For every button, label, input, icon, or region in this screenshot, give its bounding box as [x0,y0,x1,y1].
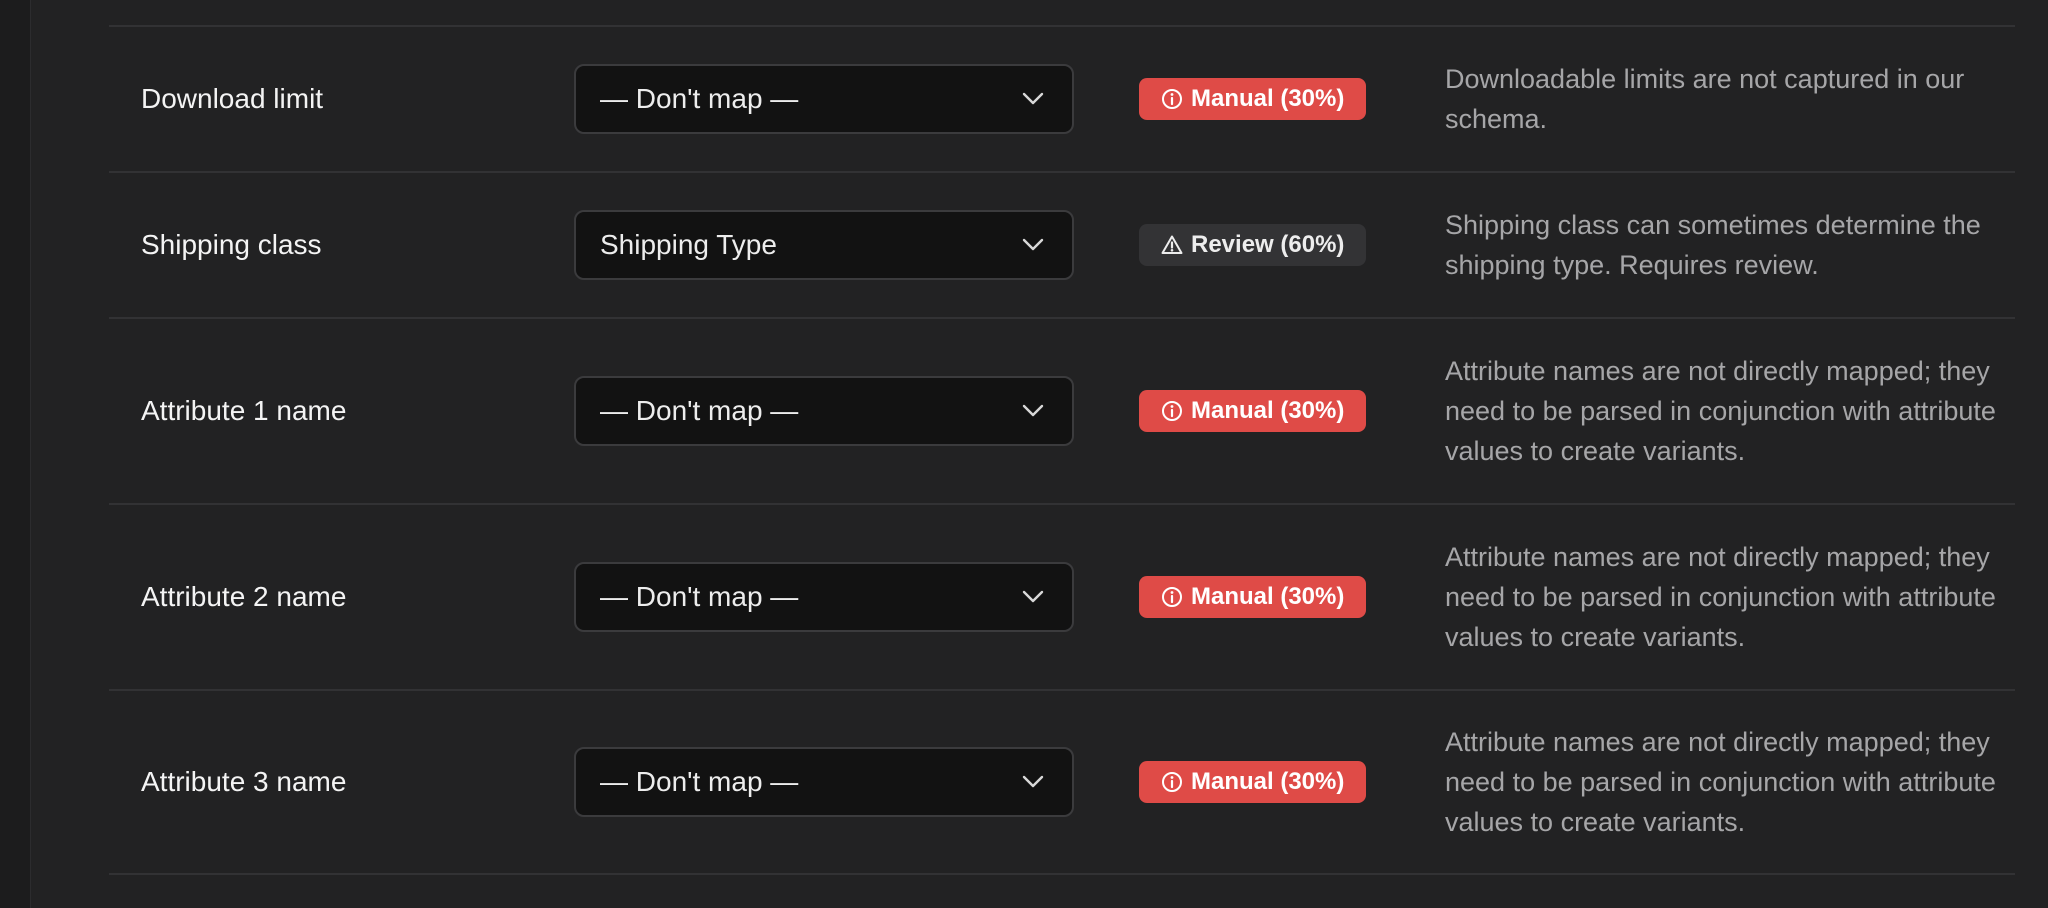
chevron-down-icon [1022,404,1044,417]
status-badge-label: Manual (30%) [1191,583,1345,610]
mapping-select[interactable]: Shipping Type [574,210,1074,280]
info-icon [1162,772,1182,792]
status-badge-label: Review (60%) [1191,231,1345,258]
table-row: Shipping class Shipping Type Review (60%… [109,171,2015,317]
chevron-down-icon [1022,238,1044,251]
mapping-note: Attribute names are not directly mapped;… [1445,727,1996,837]
table-row: Attribute 2 name — Don't map — Manual (3… [109,503,2015,689]
mapping-note: Downloadable limits are not captured in … [1445,64,1965,134]
mapping-note: Shipping class can sometimes determine t… [1445,210,1981,280]
mapping-select[interactable]: — Don't map — [574,376,1074,446]
mapping-panel: Download limit — Don't map — Manual (30%… [30,0,2048,908]
status-badge: Review (60%) [1139,224,1367,266]
warning-icon [1161,235,1183,254]
field-name: Attribute 1 name [141,395,347,426]
info-icon [1162,587,1182,607]
status-badge-label: Manual (30%) [1191,768,1345,795]
field-name: Shipping class [141,229,322,260]
status-badge: Manual (30%) [1139,576,1367,618]
mapping-select-value: — Don't map — [600,395,799,426]
mapping-select-value: Shipping Type [600,229,777,260]
table-row: Download limit — Don't map — Manual (30%… [109,25,2015,171]
mapping-select[interactable]: — Don't map — [574,64,1074,134]
mapping-select[interactable]: — Don't map — [574,747,1074,817]
status-badge-label: Manual (30%) [1191,85,1345,112]
mapping-note: Attribute names are not directly mapped;… [1445,542,1996,652]
status-badge: Manual (30%) [1139,390,1367,432]
mapping-select-value: — Don't map — [600,581,799,612]
field-name: Attribute 2 name [141,581,347,612]
field-name: Download limit [141,83,324,114]
mapping-select[interactable]: — Don't map — [574,562,1074,632]
chevron-down-icon [1022,590,1044,603]
mapping-select-value: — Don't map — [600,83,799,114]
status-badge: Manual (30%) [1139,78,1367,120]
status-badge: Manual (30%) [1139,761,1367,803]
mapping-note: Attribute names are not directly mapped;… [1445,356,1996,466]
chevron-down-icon [1022,92,1044,105]
info-icon [1162,401,1182,421]
table-row: Attribute 3 name — Don't map — Manual (3… [109,689,2015,875]
info-icon [1162,89,1182,109]
mapping-select-value: — Don't map — [600,766,799,797]
field-name: Attribute 3 name [141,766,347,797]
field-mapping-table: Download limit — Don't map — Manual (30%… [109,25,2015,875]
status-badge-label: Manual (30%) [1191,397,1345,424]
chevron-down-icon [1022,775,1044,788]
table-row: Attribute 1 name — Don't map — Manual (3… [109,317,2015,503]
